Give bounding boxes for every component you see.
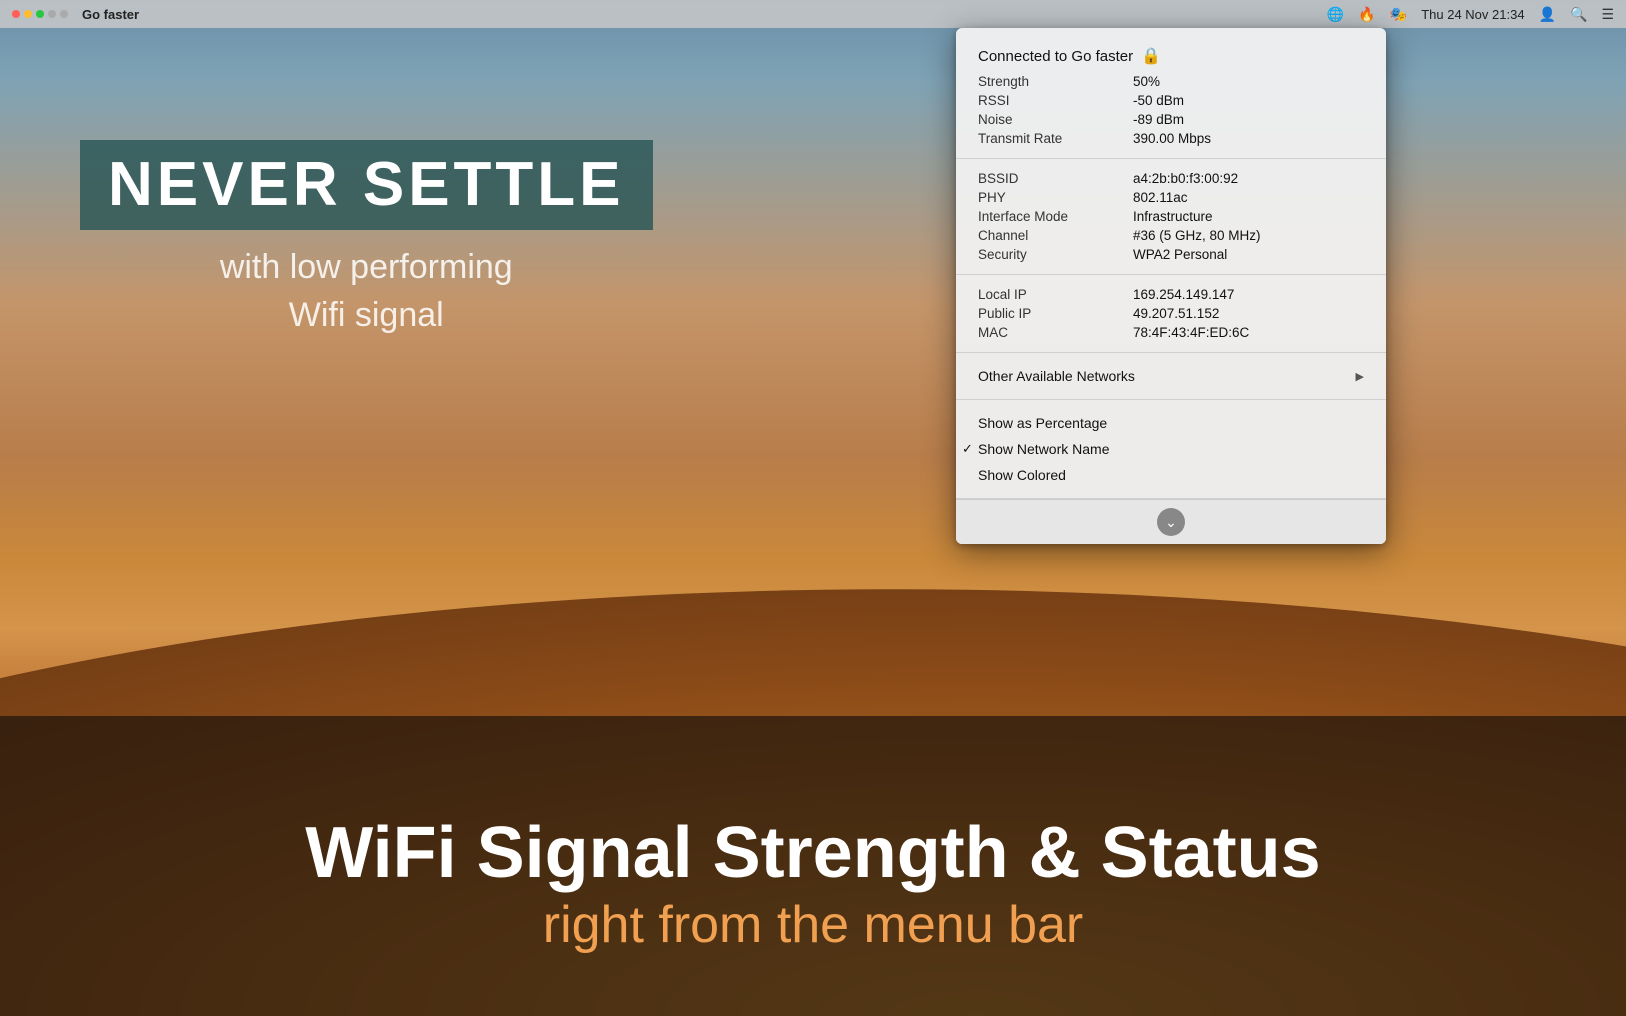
interface-mode-row: Interface Mode Infrastructure	[956, 207, 1386, 226]
menu-section-network: BSSID a4:2b:b0:f3:00:92 PHY 802.11ac Int…	[956, 159, 1386, 275]
never-settle-box: NEVER SETTLE	[80, 140, 653, 230]
subtitle-text: with low performing Wifi signal	[80, 244, 653, 339]
menubar-app-name[interactable]: Go faster	[82, 7, 139, 22]
menu-section-ip: Local IP 169.254.149.147 Public IP 49.20…	[956, 275, 1386, 353]
mac-value: 78:4F:43:4F:ED:6C	[1133, 325, 1249, 340]
wifi-subtitle: right from the menu bar	[0, 894, 1626, 956]
scroll-indicator[interactable]: ⌄	[956, 499, 1386, 544]
wifi-title: WiFi Signal Strength & Status	[0, 814, 1626, 893]
strength-row: Strength 50%	[956, 72, 1386, 91]
bssid-row: BSSID a4:2b:b0:f3:00:92	[956, 169, 1386, 188]
dot-gray-2	[60, 10, 68, 18]
noise-label: Noise	[978, 112, 1133, 127]
monster-icon[interactable]: 🎭	[1390, 6, 1407, 23]
globe-icon[interactable]: 🌐	[1327, 6, 1344, 23]
desktop-text-area: NEVER SETTLE with low performing Wifi si…	[80, 140, 653, 339]
public-ip-value: 49.207.51.152	[1133, 306, 1219, 321]
menu-section-other-networks: Other Available Networks ▶	[956, 353, 1386, 400]
phy-row: PHY 802.11ac	[956, 188, 1386, 207]
show-colored-row[interactable]: Show Colored	[956, 462, 1386, 488]
rssi-row: RSSI -50 dBm	[956, 91, 1386, 110]
noise-value: -89 dBm	[1133, 112, 1184, 127]
channel-value: #36 (5 GHz, 80 MHz)	[1133, 228, 1261, 243]
mac-label: MAC	[978, 325, 1133, 340]
menu-section-show-options: Show as Percentage ✓ Show Network Name S…	[956, 400, 1386, 499]
menu-section-connected: Connected to Go faster 🔒 Strength 50% RS…	[956, 28, 1386, 159]
transmit-rate-value: 390.00 Mbps	[1133, 131, 1211, 146]
show-network-name-label: Show Network Name	[978, 441, 1110, 457]
interface-mode-label: Interface Mode	[978, 209, 1133, 224]
interface-mode-value: Infrastructure	[1133, 209, 1213, 224]
security-value: WPA2 Personal	[1133, 247, 1227, 262]
show-colored-label: Show Colored	[978, 467, 1066, 483]
bssid-value: a4:2b:b0:f3:00:92	[1133, 171, 1238, 186]
checkmark-icon: ✓	[962, 441, 973, 457]
phy-label: PHY	[978, 190, 1133, 205]
submenu-arrow-icon: ▶	[1356, 370, 1364, 383]
show-network-name-row[interactable]: ✓ Show Network Name	[956, 436, 1386, 462]
transmit-rate-row: Transmit Rate 390.00 Mbps	[956, 129, 1386, 148]
menubar-right: 🌐 🔥 🎭 Thu 24 Nov 21:34 👤 🔍 ☰	[1327, 6, 1614, 23]
connected-header-row: Connected to Go faster 🔒	[956, 38, 1386, 72]
show-percentage-row[interactable]: Show as Percentage	[956, 410, 1386, 436]
dot-yellow	[24, 10, 32, 18]
channel-row: Channel #36 (5 GHz, 80 MHz)	[956, 226, 1386, 245]
dot-gray-1	[48, 10, 56, 18]
show-percentage-label: Show as Percentage	[978, 415, 1107, 431]
traffic-dots	[12, 10, 68, 18]
phy-value: 802.11ac	[1133, 190, 1188, 205]
strength-label: Strength	[978, 74, 1133, 89]
subtitle-line1: with low performing	[220, 248, 513, 286]
lock-icon: 🔒	[1141, 46, 1161, 66]
menubar-datetime: Thu 24 Nov 21:34	[1421, 7, 1524, 22]
public-ip-label: Public IP	[978, 306, 1133, 321]
security-row: Security WPA2 Personal	[956, 245, 1386, 264]
security-label: Security	[978, 247, 1133, 262]
local-ip-label: Local IP	[978, 287, 1133, 302]
never-settle-title: NEVER SETTLE	[108, 154, 625, 216]
subtitle-line2: Wifi signal	[289, 296, 444, 334]
strength-value: 50%	[1133, 74, 1160, 89]
mac-row: MAC 78:4F:43:4F:ED:6C	[956, 323, 1386, 342]
other-networks-label: Other Available Networks	[978, 368, 1135, 384]
connected-label: Connected to Go faster	[978, 48, 1133, 65]
rssi-label: RSSI	[978, 93, 1133, 108]
noise-row: Noise -89 dBm	[956, 110, 1386, 129]
local-ip-row: Local IP 169.254.149.147	[956, 285, 1386, 304]
menubar: Go faster 🌐 🔥 🎭 Thu 24 Nov 21:34 👤 🔍 ☰	[0, 0, 1626, 28]
bssid-label: BSSID	[978, 171, 1133, 186]
dot-green	[36, 10, 44, 18]
search-icon[interactable]: 🔍	[1570, 6, 1587, 23]
person-icon[interactable]: 👤	[1539, 6, 1556, 23]
transmit-rate-label: Transmit Rate	[978, 131, 1133, 146]
menubar-left: Go faster	[12, 7, 1327, 22]
rssi-value: -50 dBm	[1133, 93, 1184, 108]
list-icon[interactable]: ☰	[1601, 6, 1614, 23]
public-ip-row: Public IP 49.207.51.152	[956, 304, 1386, 323]
channel-label: Channel	[978, 228, 1133, 243]
other-networks-row[interactable]: Other Available Networks ▶	[956, 363, 1386, 389]
local-ip-value: 169.254.149.147	[1133, 287, 1234, 302]
dot-red	[12, 10, 20, 18]
wifi-dropdown-menu: Connected to Go faster 🔒 Strength 50% RS…	[956, 28, 1386, 544]
flame-icon[interactable]: 🔥	[1358, 6, 1375, 23]
bottom-text-area: WiFi Signal Strength & Status right from…	[0, 814, 1626, 956]
chevron-down-icon: ⌄	[1157, 508, 1185, 536]
